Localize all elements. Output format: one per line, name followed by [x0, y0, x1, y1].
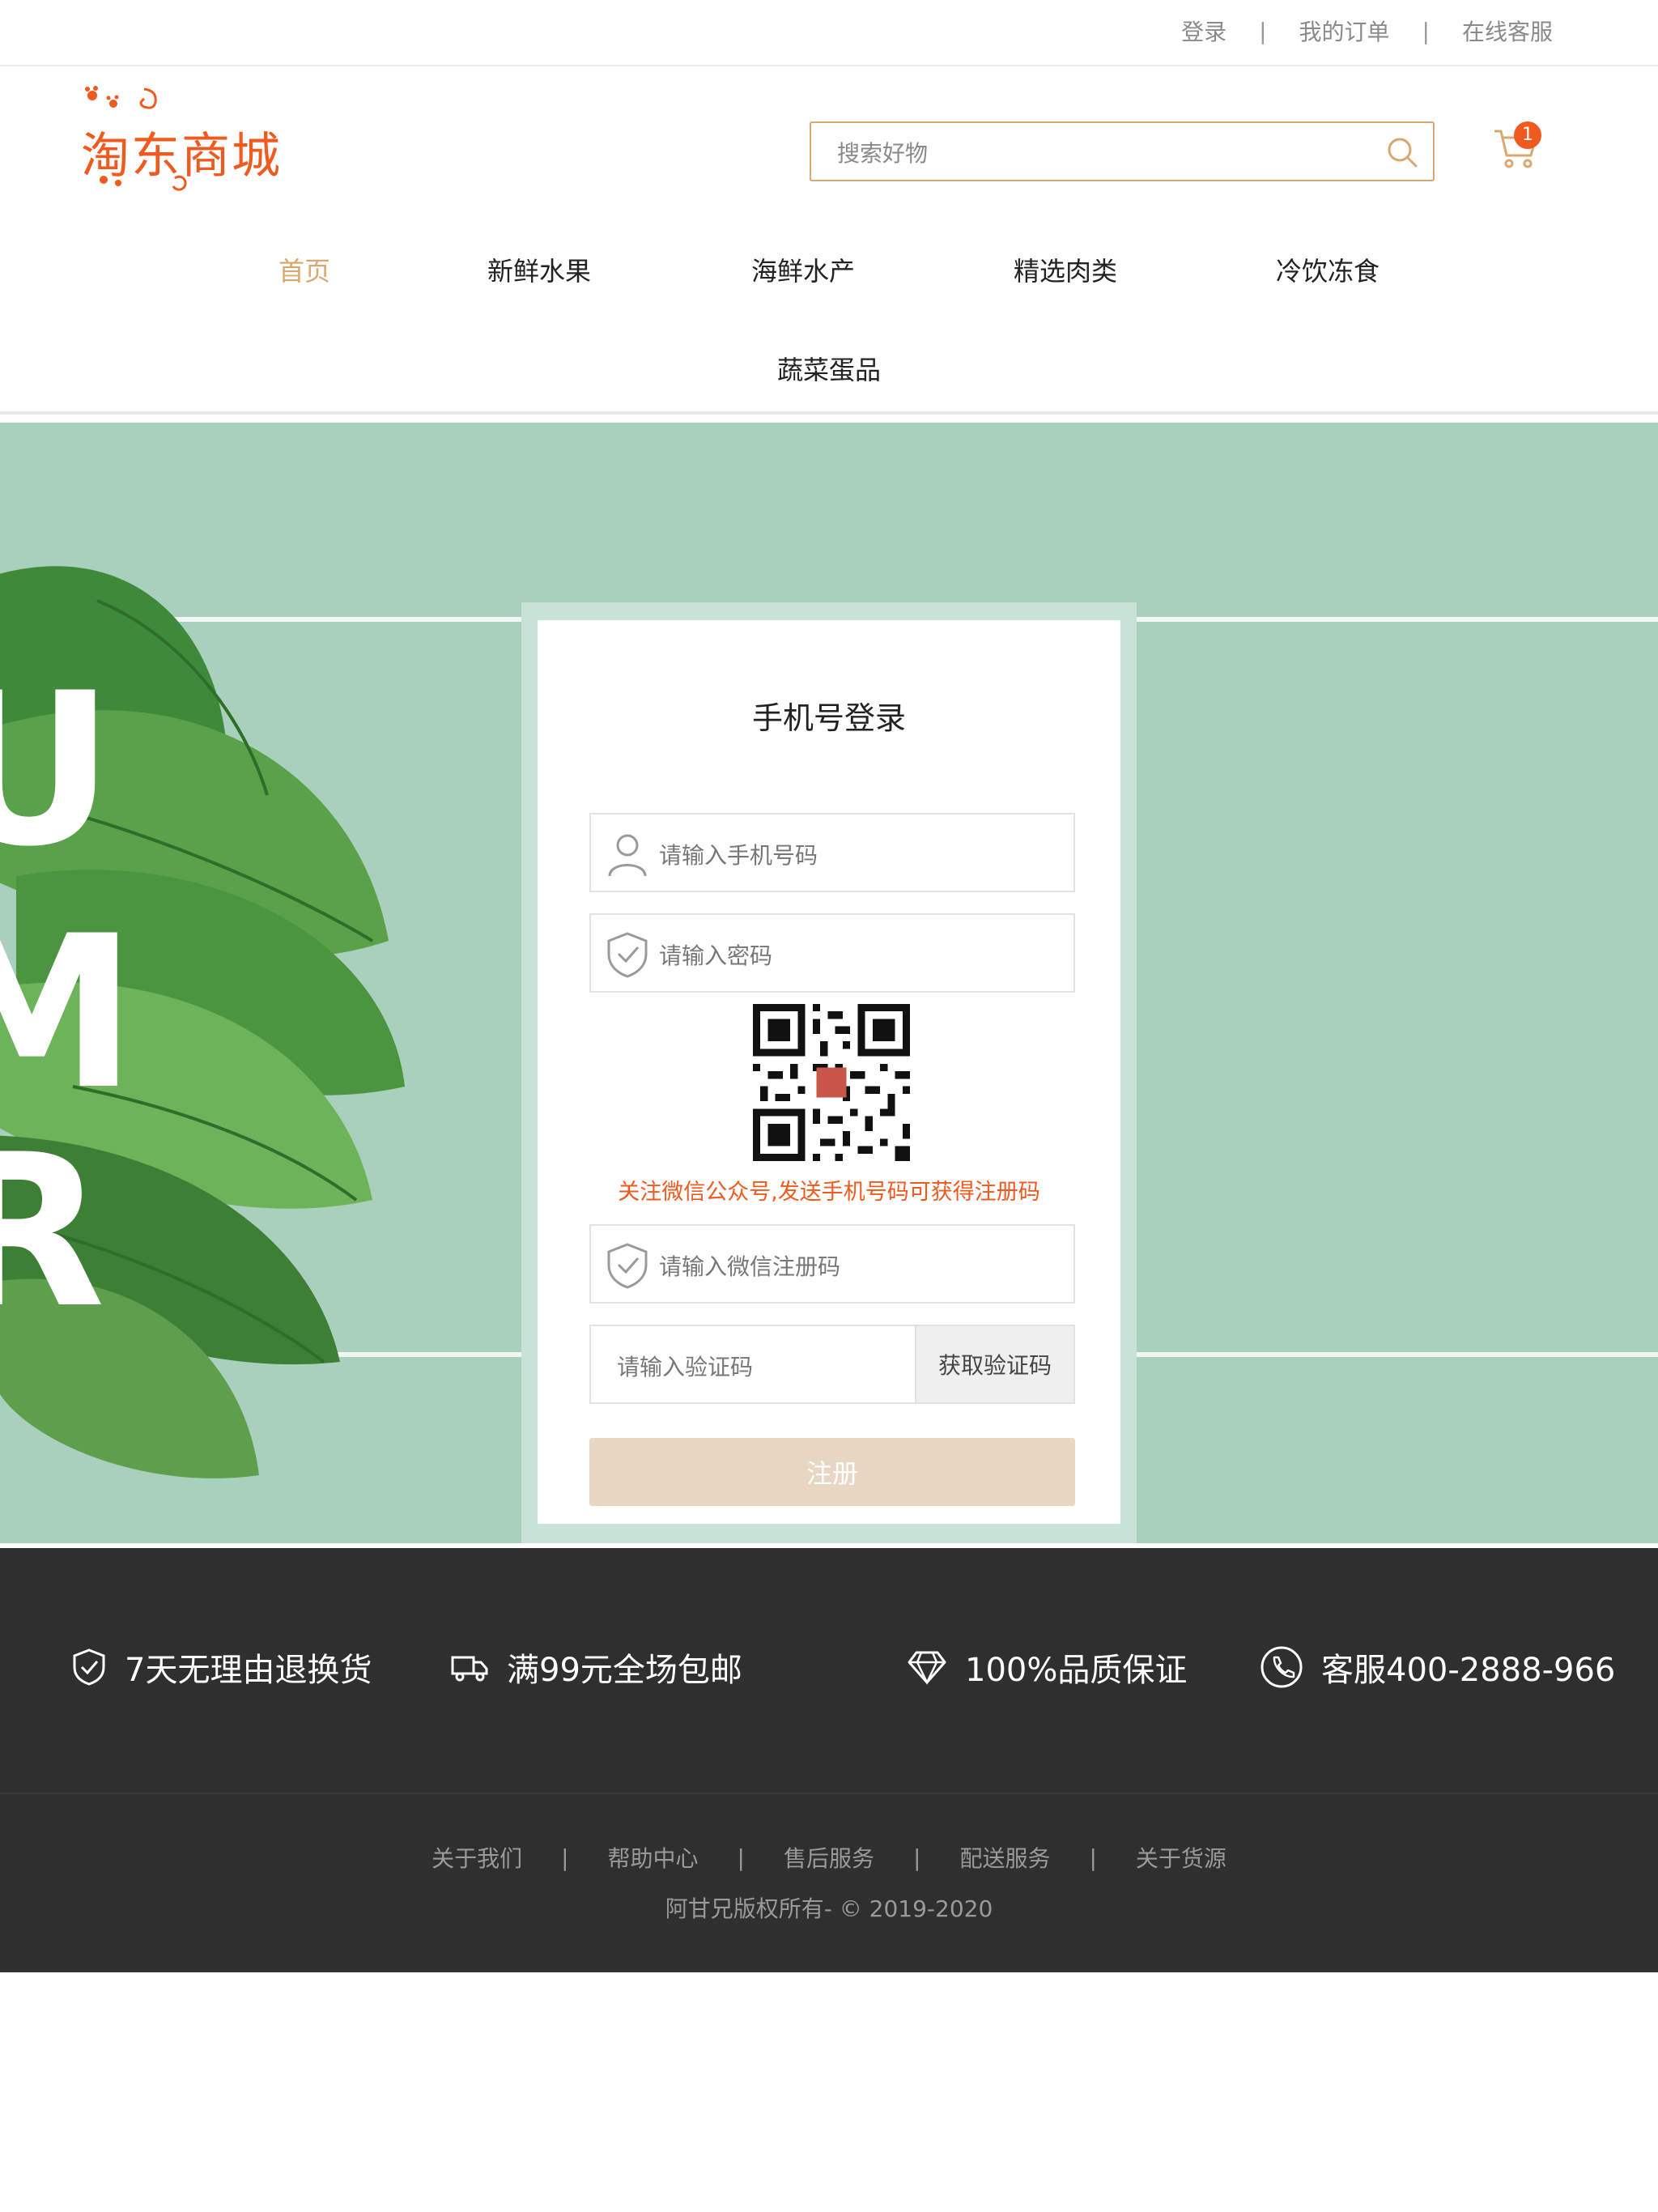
top-links: 登录 | 我的订单 | 在线客服 — [1181, 15, 1553, 47]
search-box — [810, 121, 1435, 181]
footer-links: 关于我们 | 帮助中心 | 售后服务 | 配送服务 | 关于货源 — [0, 1841, 1658, 1874]
wechat-qr-code — [753, 1004, 910, 1161]
online-service-link[interactable]: 在线客服 — [1462, 15, 1553, 47]
verify-code-field: 获取验证码 — [589, 1325, 1075, 1404]
truck-icon — [451, 1656, 488, 1682]
shield-check-icon — [607, 932, 648, 978]
shield-check-icon — [73, 1648, 105, 1686]
get-code-button[interactable]: 获取验证码 — [915, 1326, 1073, 1402]
wechat-code-input[interactable] — [657, 1244, 1057, 1289]
phone-icon — [1261, 1646, 1303, 1688]
nav-item-frozen[interactable]: 冷饮冻食 — [1276, 251, 1380, 288]
feature-returns: 7天无理由退换货 — [71, 1644, 372, 1691]
search-icon[interactable] — [1384, 134, 1420, 170]
separator: | — [561, 1844, 569, 1871]
separator: | — [1089, 1844, 1097, 1871]
footer-link-sourcing[interactable]: 关于货源 — [1136, 1841, 1226, 1874]
feature-quality: 100%品质保证 — [907, 1644, 1187, 1691]
separator: | — [1422, 17, 1430, 45]
feature-free-shipping: 满99元全场包邮 — [450, 1644, 742, 1691]
feature-label: 客服400-2888-966 — [1321, 1652, 1616, 1689]
cart-count-badge: 1 — [1514, 121, 1541, 149]
phone-input[interactable] — [657, 832, 1057, 878]
diamond-icon — [908, 1651, 946, 1685]
banner-letter: U — [0, 649, 115, 893]
nav-item-fruits[interactable]: 新鲜水果 — [487, 251, 591, 288]
verify-code-input[interactable] — [615, 1344, 910, 1389]
logo-swirl-icon — [100, 175, 187, 191]
login-title: 手机号登录 — [751, 700, 906, 736]
password-input[interactable] — [657, 933, 1057, 978]
user-icon — [608, 834, 647, 877]
wechat-code-field — [589, 1224, 1075, 1304]
top-bar: 登录 | 我的订单 | 在线客服 — [0, 0, 1658, 66]
search-input[interactable] — [835, 133, 1357, 173]
banner-letter: R — [0, 1110, 106, 1355]
wechat-hint-text: 关注微信公众号,发送手机号码可获得注册码 — [618, 1180, 1040, 1205]
logo[interactable]: 淘东商城 — [81, 86, 283, 196]
copyright-text: 阿甘兄版权所有- © 2019-2020 — [665, 1895, 993, 1922]
register-button[interactable]: 注册 — [589, 1438, 1075, 1506]
login-link[interactable]: 登录 — [1181, 15, 1226, 47]
password-field — [589, 913, 1075, 993]
feature-label: 7天无理由退换货 — [125, 1652, 372, 1689]
footer-link-about[interactable]: 关于我们 — [432, 1841, 522, 1874]
footer: 7天无理由退换货 满99元全场包邮 100%品质保证 客服400-2888-96… — [0, 1548, 1658, 1972]
feature-label: 满99元全场包邮 — [507, 1652, 742, 1689]
feature-label: 100%品质保证 — [965, 1652, 1188, 1689]
my-orders-link[interactable]: 我的订单 — [1299, 15, 1390, 47]
separator: | — [1259, 17, 1267, 45]
shield-check-icon — [607, 1243, 648, 1289]
nav-item-home[interactable]: 首页 — [278, 251, 330, 288]
nav-item-seafood[interactable]: 海鲜水产 — [751, 251, 855, 288]
phone-field — [589, 813, 1075, 892]
footer-link-delivery[interactable]: 配送服务 — [959, 1841, 1050, 1874]
nav-item-meat[interactable]: 精选肉类 — [1014, 251, 1117, 288]
feature-service-hotline: 客服400-2888-966 — [1260, 1644, 1615, 1691]
separator: | — [913, 1844, 921, 1871]
banner-letter: M — [0, 891, 137, 1136]
footer-link-after-sales[interactable]: 售后服务 — [784, 1841, 874, 1874]
footer-link-help[interactable]: 帮助中心 — [608, 1841, 699, 1874]
footer-divider — [0, 1793, 1658, 1794]
nav-item-vegetables[interactable]: 蔬菜蛋品 — [777, 350, 881, 387]
separator: | — [737, 1844, 745, 1871]
nav-divider — [0, 411, 1658, 415]
